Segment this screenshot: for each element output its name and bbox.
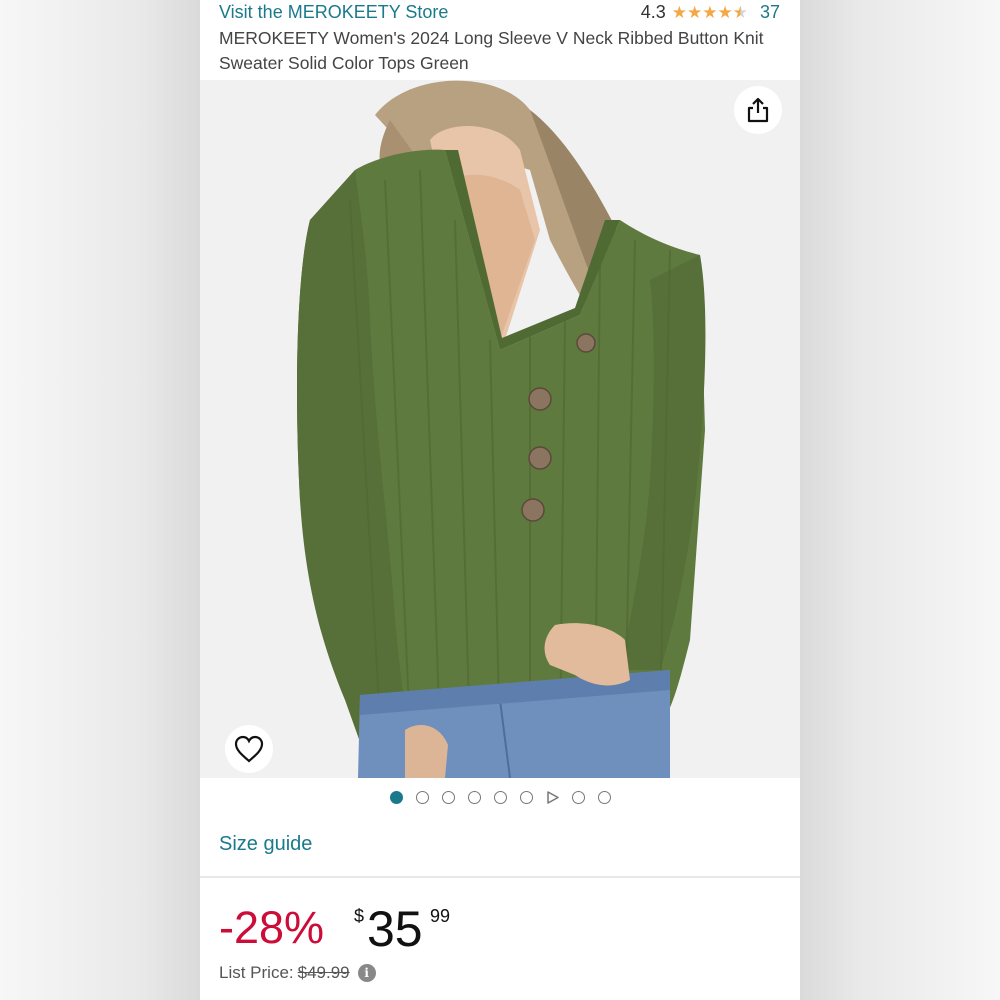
- list-price-row: List Price: $49.99 i: [219, 963, 376, 983]
- product-photo: [297, 80, 706, 778]
- star-icon: ★: [717, 2, 733, 22]
- half-star-icon: ★: [732, 2, 748, 22]
- star-rating: ★ ★ ★ ★ ★: [672, 3, 748, 23]
- store-link[interactable]: Visit the MEROKEETY Store: [219, 2, 448, 23]
- heart-icon: [234, 735, 264, 763]
- wishlist-button[interactable]: [225, 725, 273, 773]
- star-icon: ★: [671, 2, 687, 22]
- discount-percent: -28%: [219, 902, 325, 953]
- section-divider: [200, 876, 800, 878]
- size-guide-link[interactable]: Size guide: [219, 833, 312, 856]
- carousel-dot[interactable]: [441, 790, 455, 804]
- price-fraction: 99: [430, 906, 451, 926]
- star-icon: ★: [686, 2, 703, 22]
- carousel-dot-active[interactable]: [389, 790, 403, 804]
- rating-value: 4.3: [640, 2, 666, 22]
- carousel-dot[interactable]: [415, 790, 429, 804]
- rating-count[interactable]: 37: [760, 2, 780, 23]
- list-price-label: List Price:: [219, 963, 294, 982]
- carousel-dot[interactable]: [571, 790, 585, 804]
- list-price-value: $49.99: [297, 963, 350, 982]
- product-title: MEROKEETY Women's 2024 Long Sleeve V Nec…: [219, 28, 764, 73]
- backdrop-right: [800, 0, 1000, 1000]
- carousel-dot[interactable]: [493, 790, 507, 804]
- rating-row[interactable]: 4.3 ★ ★ ★ ★ ★ 37: [641, 2, 780, 23]
- star-icon: ★: [702, 2, 718, 22]
- price-currency-symbol: $: [354, 906, 365, 926]
- product-page: Visit the MEROKEETY Store 4.3 ★ ★ ★ ★ ★ …: [200, 0, 800, 1000]
- share-icon: [747, 97, 769, 123]
- backdrop-left: [0, 0, 200, 1000]
- carousel-dot[interactable]: [467, 790, 481, 804]
- product-header: Visit the MEROKEETY Store 4.3 ★ ★ ★ ★ ★ …: [200, 0, 800, 80]
- carousel-dot[interactable]: [597, 790, 611, 804]
- info-icon[interactable]: i: [357, 964, 376, 982]
- carousel-dot[interactable]: [519, 790, 533, 804]
- carousel-dots: [200, 788, 800, 806]
- video-play-icon[interactable]: [546, 790, 559, 804]
- price-whole: 35: [367, 901, 423, 957]
- product-image-carousel[interactable]: [200, 80, 800, 778]
- share-button[interactable]: [734, 86, 782, 134]
